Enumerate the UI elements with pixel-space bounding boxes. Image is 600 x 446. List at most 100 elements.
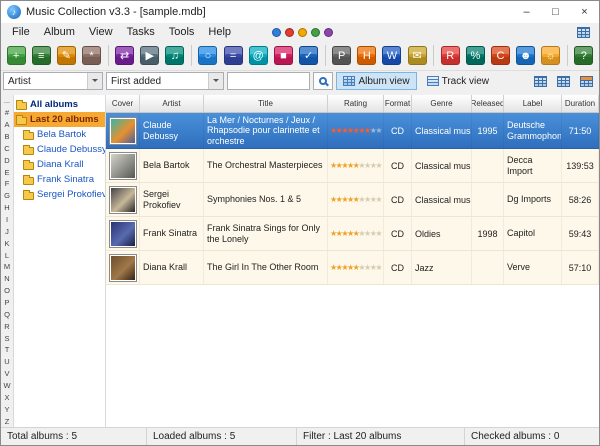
- add-albums-from-disc-button[interactable]: ≡: [29, 43, 53, 69]
- column-header-artist[interactable]: Artist: [140, 95, 204, 112]
- search-button[interactable]: [313, 72, 334, 90]
- rating-stars[interactable]: ★ ★ ★ ★ ★ ★ ★ ★ ★: [328, 251, 384, 285]
- alphabet-letter[interactable]: F: [1, 178, 13, 190]
- search-button[interactable]: ○: [196, 43, 220, 69]
- alphabet-letter[interactable]: R: [1, 320, 13, 332]
- advanced-search-button[interactable]: =: [221, 43, 245, 69]
- menu-help[interactable]: Help: [201, 23, 238, 41]
- tree-item-bela-bartok[interactable]: Bela Bartok: [14, 127, 105, 142]
- tree-item-claude-debussy[interactable]: Claude Debussy: [14, 142, 105, 157]
- alphabet-letter[interactable]: E: [1, 166, 13, 178]
- menu-view[interactable]: View: [82, 23, 120, 41]
- thumbnails-view-button[interactable]: [530, 72, 550, 90]
- contacts-button[interactable]: ☻: [514, 43, 538, 69]
- alphabet-letter[interactable]: ...: [1, 95, 13, 107]
- flag-red-icon[interactable]: [285, 27, 295, 37]
- alphabet-letter[interactable]: #: [1, 107, 13, 119]
- alphabet-letter[interactable]: K: [1, 237, 13, 249]
- table-view-button[interactable]: [576, 72, 596, 90]
- rating-stars[interactable]: ★ ★ ★ ★ ★ ★ ★ ★ ★: [328, 149, 384, 183]
- alphabet-letter[interactable]: N: [1, 273, 13, 285]
- alphabet-letter[interactable]: O: [1, 285, 13, 297]
- column-header-format[interactable]: Format: [384, 95, 412, 112]
- loan-calendar-button[interactable]: C: [488, 43, 512, 69]
- album-view-button[interactable]: Album view: [336, 72, 417, 90]
- track-view-button[interactable]: Track view: [420, 72, 496, 90]
- alphabet-letter[interactable]: J: [1, 225, 13, 237]
- alphabet-letter[interactable]: U: [1, 356, 13, 368]
- alphabet-letter[interactable]: A: [1, 119, 13, 131]
- alphabet-letter[interactable]: W: [1, 380, 13, 392]
- alphabet-letter[interactable]: P: [1, 297, 13, 309]
- export-word-button[interactable]: W: [380, 43, 404, 69]
- alphabet-letter[interactable]: Q: [1, 308, 13, 320]
- loan-manager-button[interactable]: ⇄: [113, 43, 137, 69]
- reports-button[interactable]: R: [438, 43, 462, 69]
- album-row-diana-krall[interactable]: Diana Krall The Girl In The Other Room ★…: [106, 251, 599, 286]
- group-field-selector[interactable]: Artist: [3, 72, 103, 90]
- column-header-duration[interactable]: Duration: [562, 95, 599, 112]
- batch-update-button[interactable]: *: [79, 43, 103, 69]
- tree-item-diana-krall[interactable]: Diana Krall: [14, 157, 105, 172]
- album-row-claude-debussy[interactable]: Claude Debussy La Mer / Nocturnes / Jeux…: [106, 113, 599, 150]
- print-button[interactable]: P: [330, 43, 354, 69]
- alphabet-letter[interactable]: B: [1, 131, 13, 143]
- preferences-button[interactable]: ☼: [539, 43, 563, 69]
- alphabet-letter[interactable]: Y: [1, 403, 13, 415]
- alphabet-letter[interactable]: H: [1, 202, 13, 214]
- alphabet-letter[interactable]: C: [1, 142, 13, 154]
- menu-tools[interactable]: Tools: [162, 23, 202, 41]
- music-player-button[interactable]: ♫: [163, 43, 187, 69]
- column-header-genre[interactable]: Genre: [412, 95, 472, 112]
- maximize-button[interactable]: □: [541, 1, 570, 23]
- alphabet-letter[interactable]: T: [1, 344, 13, 356]
- column-header-rating[interactable]: Rating: [328, 95, 384, 112]
- alphabet-letter[interactable]: L: [1, 249, 13, 261]
- album-row-sergei-prokofiev[interactable]: Sergei Prokofiev Symphonies Nos. 1 & 5 ★…: [106, 183, 599, 218]
- minimize-button[interactable]: –: [512, 1, 541, 23]
- column-header-cover[interactable]: Cover: [106, 95, 140, 112]
- edit-album-button[interactable]: ✎: [54, 43, 78, 69]
- layout-grid-icon[interactable]: [577, 26, 590, 38]
- list-view-button[interactable]: [553, 72, 573, 90]
- covers-browser-button[interactable]: ■: [271, 43, 295, 69]
- cd-player-button[interactable]: ▶: [138, 43, 162, 69]
- alphabet-letter[interactable]: I: [1, 214, 13, 226]
- rating-stars[interactable]: ★ ★ ★ ★ ★ ★ ★ ★ ★: [328, 113, 384, 149]
- search-input[interactable]: [227, 72, 311, 90]
- statistics-button[interactable]: %: [463, 43, 487, 69]
- send-email-button[interactable]: ✉: [405, 43, 429, 69]
- alphabet-letter[interactable]: X: [1, 391, 13, 403]
- alphabet-letter[interactable]: D: [1, 154, 13, 166]
- alphabet-letter[interactable]: S: [1, 332, 13, 344]
- new-album-button[interactable]: +: [4, 43, 28, 69]
- column-header-label[interactable]: Label: [504, 95, 562, 112]
- tree-item-frank-sinatra[interactable]: Frank Sinatra: [14, 172, 105, 187]
- help-button[interactable]: ?: [572, 43, 596, 69]
- rating-stars[interactable]: ★ ★ ★ ★ ★ ★ ★ ★ ★: [328, 217, 384, 251]
- search-mode-selector[interactable]: First added: [106, 72, 224, 90]
- rating-stars[interactable]: ★ ★ ★ ★ ★ ★ ★ ★ ★: [328, 183, 384, 217]
- flag-yellow-icon[interactable]: [298, 27, 308, 37]
- album-row-bela-bartok[interactable]: Bela Bartok The Orchestral Masterpieces …: [106, 149, 599, 184]
- close-button[interactable]: ×: [570, 1, 599, 23]
- menu-album[interactable]: Album: [37, 23, 82, 41]
- alphabet-letter[interactable]: G: [1, 190, 13, 202]
- tree-item-all-albums[interactable]: All albums: [14, 97, 105, 112]
- menu-tasks[interactable]: Tasks: [120, 23, 162, 41]
- alphabet-letter[interactable]: Z: [1, 415, 13, 427]
- flag-purple-icon[interactable]: [324, 27, 334, 37]
- alphabet-letter[interactable]: V: [1, 368, 13, 380]
- check-albums-button[interactable]: ✓: [296, 43, 320, 69]
- column-header-released[interactable]: Released: [472, 95, 504, 112]
- internet-lookup-button[interactable]: @: [246, 43, 270, 69]
- tree-item-last-20-albums[interactable]: Last 20 albums: [14, 112, 105, 127]
- column-header-title[interactable]: Title: [204, 95, 328, 112]
- album-row-frank-sinatra[interactable]: Frank Sinatra Frank Sinatra Sings for On…: [106, 217, 599, 252]
- flag-blue-icon[interactable]: [272, 27, 282, 37]
- menu-file[interactable]: File: [5, 23, 37, 41]
- alphabet-letter[interactable]: M: [1, 261, 13, 273]
- html-export-button[interactable]: H: [355, 43, 379, 69]
- flag-green-icon[interactable]: [311, 27, 321, 37]
- tree-item-sergei-prokofiev[interactable]: Sergei Prokofiev: [14, 187, 105, 202]
